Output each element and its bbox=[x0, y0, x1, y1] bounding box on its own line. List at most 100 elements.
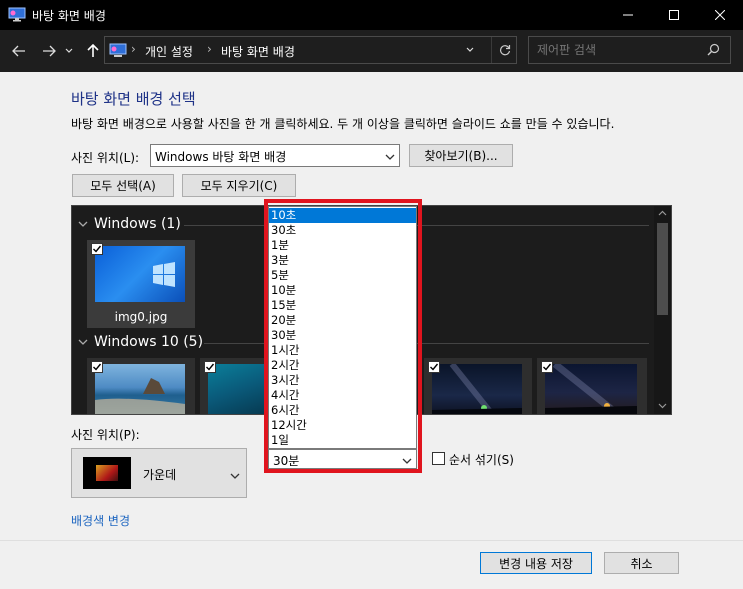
group-header-windows-10[interactable]: Windows 10 (5) bbox=[78, 334, 203, 350]
interval-option[interactable]: 3시간 bbox=[269, 373, 416, 388]
beach-wallpaper-image bbox=[95, 364, 185, 414]
interval-option[interactable]: 2시간 bbox=[269, 358, 416, 373]
clear-all-button[interactable]: 모두 지우기(C) bbox=[182, 174, 296, 197]
picture-location-dropdown[interactable]: Windows 바탕 화면 배경 bbox=[150, 144, 400, 167]
page-description: 바탕 화면 배경으로 사용할 사진을 한 개 클릭하세요. 두 개 이상을 클릭… bbox=[71, 117, 615, 131]
group-title: Windows 10 (5) bbox=[94, 334, 204, 350]
back-button[interactable] bbox=[8, 40, 30, 62]
chevron-down-icon bbox=[230, 469, 240, 483]
breadcrumb-personalization[interactable]: 개인 설정 bbox=[145, 43, 193, 60]
picture-location-label: 사진 위치(L): bbox=[71, 151, 140, 165]
picture-position-value: 가운데 bbox=[143, 468, 177, 482]
footer-bar: 변경 내용 저장 취소 bbox=[0, 540, 743, 589]
display-settings-icon bbox=[8, 7, 26, 22]
save-changes-button[interactable]: 변경 내용 저장 bbox=[480, 552, 592, 574]
control-panel-icon bbox=[109, 43, 127, 58]
change-background-color-link[interactable]: 배경색 변경 bbox=[71, 512, 130, 529]
thumbnail-checkbox[interactable] bbox=[91, 361, 103, 373]
interval-option[interactable]: 10분 bbox=[269, 283, 416, 298]
breadcrumb-desktop-background[interactable]: 바탕 화면 배경 bbox=[221, 43, 295, 60]
up-arrow-icon bbox=[87, 44, 99, 57]
wallpaper-thumbnail[interactable] bbox=[424, 358, 532, 414]
forward-arrow-icon bbox=[43, 45, 56, 57]
chevron-down-icon bbox=[466, 47, 474, 52]
page-title: 바탕 화면 배경 선택 bbox=[71, 90, 196, 108]
wallpaper-thumbnail[interactable] bbox=[87, 358, 195, 414]
thumbnail-checkbox[interactable] bbox=[428, 361, 440, 373]
windows-logo-wallpaper-image bbox=[95, 246, 185, 302]
search-input[interactable] bbox=[537, 42, 697, 58]
interval-option[interactable]: 20분 bbox=[269, 313, 416, 328]
back-arrow-icon bbox=[12, 45, 25, 57]
picture-position-dropdown[interactable]: 가운데 bbox=[71, 448, 247, 498]
search-icon[interactable] bbox=[707, 43, 720, 59]
select-all-button[interactable]: 모두 선택(A) bbox=[72, 174, 174, 197]
slideshow-interval-dropdown[interactable]: 30분 bbox=[268, 449, 417, 469]
interval-option[interactable]: 1시간 bbox=[269, 343, 416, 358]
interval-option[interactable]: 10초 bbox=[269, 208, 416, 223]
breadcrumb-separator: › bbox=[131, 42, 136, 56]
scroll-up-icon bbox=[658, 210, 667, 216]
interval-option[interactable]: 1분 bbox=[269, 238, 416, 253]
underwater-wallpaper-image bbox=[208, 364, 265, 414]
thumbnail-checkbox[interactable] bbox=[541, 361, 553, 373]
forward-button[interactable] bbox=[38, 40, 60, 62]
interval-option[interactable]: 4시간 bbox=[269, 388, 416, 403]
search-box[interactable] bbox=[528, 36, 731, 64]
thumbnail-filename: img0.jpg bbox=[114, 310, 168, 324]
interval-option[interactable]: 30분 bbox=[269, 328, 416, 343]
picture-position-label: 사진 위치(P): bbox=[71, 428, 140, 442]
refresh-icon bbox=[499, 45, 510, 56]
cancel-button[interactable]: 취소 bbox=[604, 552, 679, 574]
interval-option[interactable]: 3분 bbox=[269, 253, 416, 268]
address-history-button[interactable] bbox=[457, 37, 483, 63]
wallpaper-thumbnail[interactable]: img0.jpg bbox=[87, 240, 195, 328]
minimize-icon bbox=[623, 14, 633, 16]
interval-option[interactable]: 1일 bbox=[269, 433, 416, 448]
thumbnail-checkbox[interactable] bbox=[204, 361, 216, 373]
close-icon bbox=[715, 10, 725, 20]
wallpaper-thumbnail[interactable] bbox=[200, 358, 265, 414]
thumbnail-checkbox[interactable] bbox=[91, 243, 103, 255]
checkmark-icon bbox=[93, 245, 102, 253]
address-bar[interactable]: › 개인 설정 › 바탕 화면 배경 bbox=[104, 36, 517, 64]
checkmark-icon bbox=[543, 363, 552, 371]
group-title: Windows (1) bbox=[94, 216, 181, 232]
chevron-down-icon bbox=[385, 150, 395, 164]
wallpaper-thumbnail[interactable] bbox=[537, 358, 647, 414]
chevron-down-icon bbox=[78, 334, 88, 350]
interval-option[interactable]: 5분 bbox=[269, 268, 416, 283]
checkmark-icon bbox=[430, 363, 439, 371]
scrollbar-thumb[interactable] bbox=[657, 223, 668, 315]
refresh-button[interactable] bbox=[491, 37, 517, 63]
checkmark-icon bbox=[206, 363, 215, 371]
address-bar-area: › 개인 설정 › 바탕 화면 배경 bbox=[0, 30, 743, 72]
window-title: 바탕 화면 배경 bbox=[32, 9, 106, 23]
chevron-down-icon bbox=[402, 454, 412, 468]
night-sky-wallpaper-image bbox=[545, 361, 637, 414]
checkmark-icon bbox=[93, 363, 102, 371]
gallery-scrollbar[interactable] bbox=[654, 206, 671, 414]
interval-option[interactable]: 12시간 bbox=[269, 418, 416, 433]
shuffle-checkbox[interactable] bbox=[432, 452, 445, 465]
slideshow-interval-value: 30분 bbox=[273, 454, 300, 468]
chevron-down-icon bbox=[65, 48, 73, 53]
interval-option[interactable]: 30초 bbox=[269, 223, 416, 238]
preview-image bbox=[96, 465, 118, 481]
browse-button[interactable]: 찾아보기(B)... bbox=[409, 144, 513, 167]
interval-option[interactable]: 15분 bbox=[269, 298, 416, 313]
position-preview bbox=[83, 457, 131, 489]
title-bar: 바탕 화면 배경 bbox=[0, 0, 743, 30]
up-button[interactable] bbox=[82, 40, 104, 62]
chevron-down-icon bbox=[78, 216, 88, 232]
minimize-button[interactable] bbox=[605, 0, 651, 30]
interval-option[interactable]: 6시간 bbox=[269, 403, 416, 418]
breadcrumb-separator: › bbox=[207, 42, 212, 56]
slideshow-interval-list[interactable]: 10초 30초 1분 3분 5분 10분 15분 20분 30분 1시간 2시간 3시간 4시간 6시간 1… bbox=[268, 206, 417, 449]
shuffle-label[interactable]: 순서 섞기(S) bbox=[449, 451, 514, 468]
picture-location-value: Windows 바탕 화면 배경 bbox=[155, 150, 287, 164]
close-button[interactable] bbox=[697, 0, 743, 30]
maximize-button[interactable] bbox=[651, 0, 697, 30]
group-header-windows[interactable]: Windows (1) bbox=[78, 216, 181, 232]
recent-locations-button[interactable] bbox=[62, 40, 76, 62]
